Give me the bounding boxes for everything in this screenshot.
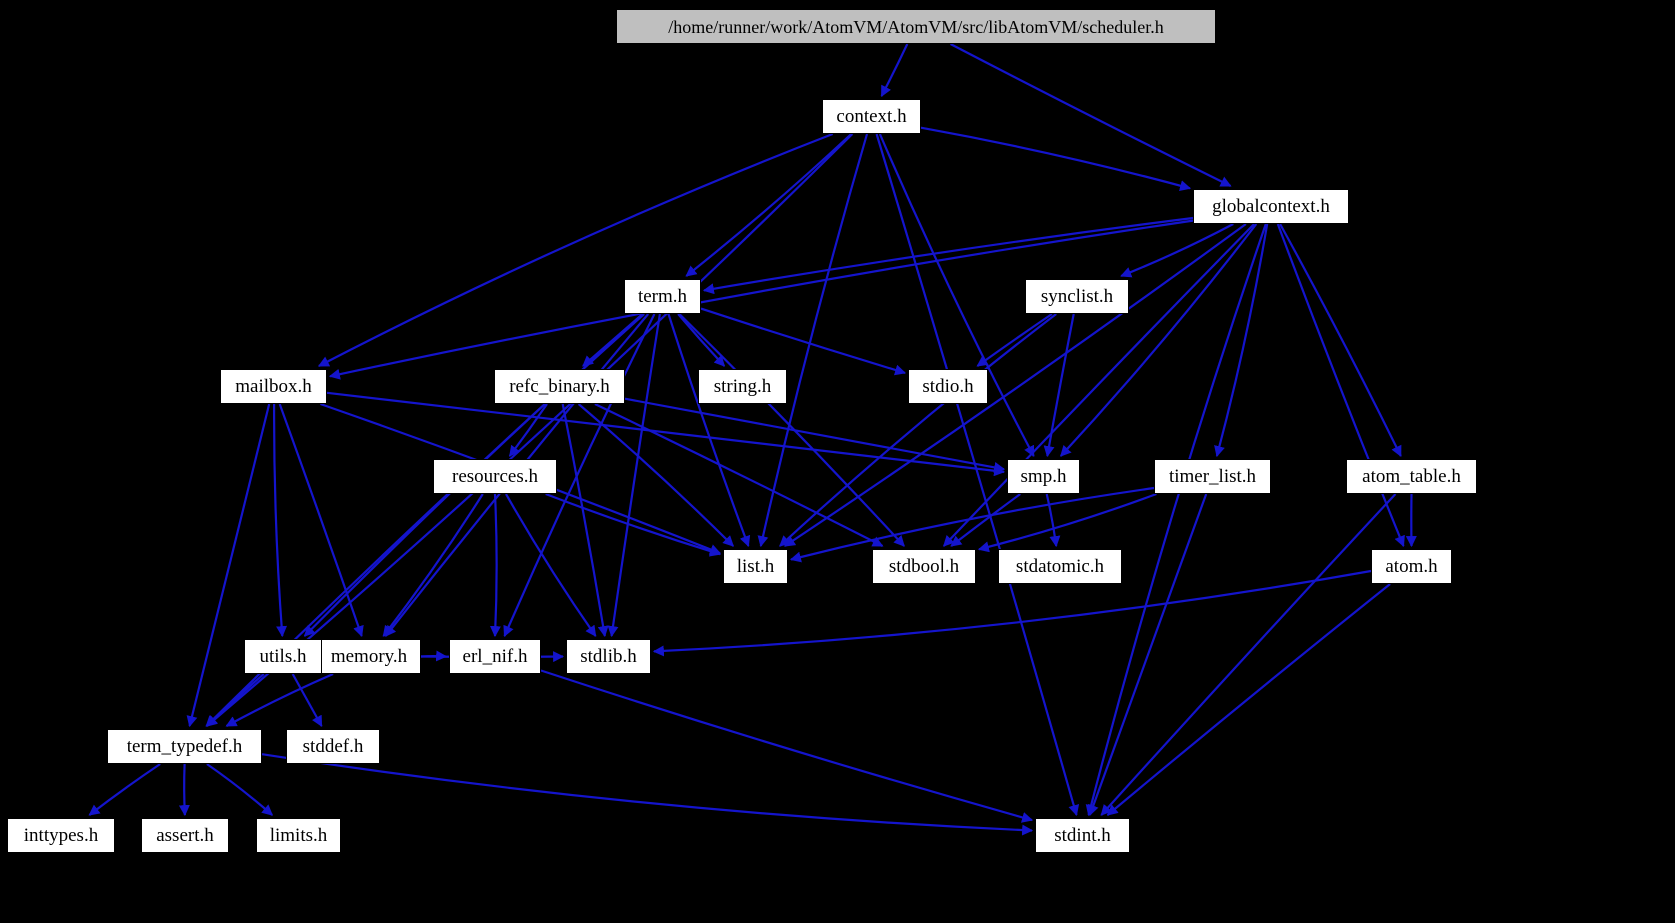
graph-node-label: synclist.h [1040,286,1114,307]
graph-edge-mailbox-to-term_typedef [186,403,271,728]
graph-node-label: utils.h [259,646,307,667]
graph-edge-synclist-to-stdio [976,313,1053,367]
graph-edge-resources-to-erl_nif [489,493,501,638]
graph-node-label: list.h [736,556,775,577]
graph-node-stdio[interactable]: stdio.h [908,369,988,404]
graph-edge-refc_binary-to-list [577,403,734,547]
graph-node-context[interactable]: context.h [822,99,921,134]
graph-node-label: timer_list.h [1168,466,1257,487]
graph-edge-context-to-smp [878,133,1035,457]
graph-node-smp[interactable]: smp.h [1007,459,1080,494]
graph-node-timer_list[interactable]: timer_list.h [1154,459,1271,494]
graph-edge-smp-to-stdatomic [1045,493,1061,548]
graph-edge-scheduler-to-globalcontext [949,43,1232,187]
graph-edge-mailbox-to-utils [272,403,288,638]
graph-node-limits[interactable]: limits.h [256,818,341,853]
graph-node-label: /home/runner/work/AtomVM/AtomVM/src/libA… [668,16,1164,37]
graph-node-label: stdbool.h [888,556,960,577]
graph-node-term[interactable]: term.h [624,279,701,314]
graph-edge-term-to-string [677,313,726,367]
graph-edge-term-to-stdio [700,307,907,376]
graph-node-stdlib[interactable]: stdlib.h [566,639,651,674]
graph-node-label: globalcontext.h [1212,196,1330,217]
graph-edge-atom-to-stdint [1106,583,1391,816]
graph-node-label: atom.h [1385,556,1438,577]
graph-node-label: resources.h [452,466,538,487]
graph-node-stddef[interactable]: stddef.h [286,729,380,764]
graph-node-label: stdint.h [1054,825,1111,846]
graph-edge-mailbox-to-memory [278,403,364,638]
graph-edge-resources-to-stdlib [505,493,597,637]
graph-edge-globalcontext-to-atom_table [1279,223,1402,457]
graph-node-mailbox[interactable]: mailbox.h [220,369,327,404]
graph-edge-globalcontext-to-synclist [1120,223,1234,278]
graph-edge-globalcontext-to-timer_list [1214,223,1269,458]
graph-edge-utils-to-term_typedef [206,673,265,727]
graph-node-atom_table[interactable]: atom_table.h [1346,459,1477,494]
graph-edge-term_typedef-to-limits [206,763,274,816]
graph-node-label: stdio.h [922,376,974,397]
graph-edge-refc_binary-to-stdbool [594,403,884,547]
graph-node-resources[interactable]: resources.h [433,459,557,494]
graph-node-label: erl_nif.h [462,646,528,667]
graph-node-refc_binary[interactable]: refc_binary.h [494,369,625,404]
graph-node-label: assert.h [156,825,214,846]
graph-edge-context-to-globalcontext [920,126,1192,192]
graph-node-label: refc_binary.h [509,376,610,397]
graph-node-term_typedef[interactable]: term_typedef.h [107,729,262,764]
graph-node-globalcontext[interactable]: globalcontext.h [1193,189,1349,224]
graph-node-label: stdatomic.h [1015,556,1105,577]
graph-node-synclist[interactable]: synclist.h [1025,279,1129,314]
graph-edge-globalcontext-to-stdbool [943,223,1255,547]
graph-edge-term_typedef-to-stdint [261,753,1034,836]
graph-edge-atom_table-to-stdint [1100,493,1397,816]
graph-node-stdatomic[interactable]: stdatomic.h [998,549,1122,584]
graph-node-label: memory.h [330,646,408,667]
graph-node-label: context.h [836,106,907,127]
graph-edge-timer_list-to-stdint [1088,493,1208,817]
graph-node-stdint[interactable]: stdint.h [1035,818,1130,853]
graph-edge-mailbox-to-smp [326,391,1006,477]
graph-node-label: stddef.h [302,736,364,757]
graph-edge-synclist-to-smp [1043,313,1075,458]
graph-node-label: limits.h [269,825,328,846]
graph-edge-term-to-stdlib [607,313,661,638]
graph-edge-globalcontext-to-atom [1276,223,1405,548]
graph-node-list[interactable]: list.h [723,549,788,584]
graph-edge-resources-to-memory [382,493,484,637]
graph-node-label: stdlib.h [580,646,637,667]
graph-node-scheduler[interactable]: /home/runner/work/AtomVM/AtomVM/src/libA… [616,9,1216,44]
include-dependency-graph: /home/runner/work/AtomVM/AtomVM/src/libA… [0,0,1675,923]
graph-node-label: term_typedef.h [126,736,243,757]
graph-node-atom[interactable]: atom.h [1371,549,1452,584]
graph-edge-term_typedef-to-assert [178,763,190,817]
graph-edge-context-to-term [685,133,852,277]
graph-edge-scheduler-to-context [880,43,909,97]
graph-edge-context-to-list [757,133,869,548]
graph-edge-context-to-mailbox [317,132,834,367]
graph-edge-resources-to-list [545,492,722,557]
graph-edge-refc_binary-to-stdlib [561,403,609,638]
graph-node-assert[interactable]: assert.h [141,818,229,853]
graph-node-inttypes[interactable]: inttypes.h [7,818,115,853]
graph-node-erl_nif[interactable]: erl_nif.h [449,639,541,674]
graph-node-label: inttypes.h [23,825,99,846]
graph-node-memory[interactable]: memory.h [317,639,421,674]
graph-edge-erl_nif-to-stdint [540,669,1034,823]
graph-node-label: smp.h [1020,466,1067,487]
graph-edge-term_typedef-to-inttypes [88,763,161,816]
graph-node-utils[interactable]: utils.h [244,639,322,674]
graph-node-label: term.h [637,286,688,307]
graph-node-label: mailbox.h [235,376,312,397]
edge-paths [88,43,1417,836]
graph-node-stdbool[interactable]: stdbool.h [872,549,976,584]
graph-node-label: atom_table.h [1362,466,1461,487]
graph-node-label: string.h [713,376,772,397]
graph-node-string[interactable]: string.h [698,369,787,404]
